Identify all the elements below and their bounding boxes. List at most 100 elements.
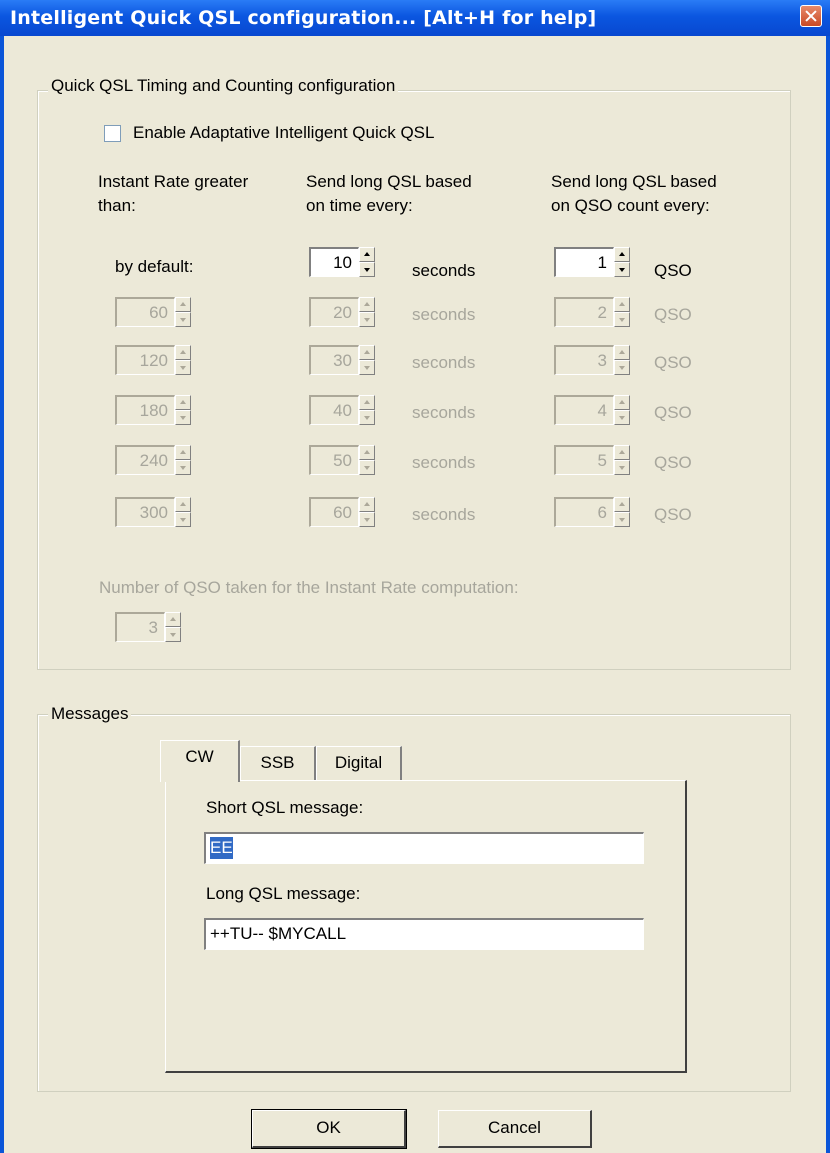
spin-down-icon[interactable] (359, 312, 375, 327)
count-spinner-4-field[interactable]: 5 (554, 445, 614, 475)
time-spinner-4[interactable]: 50 (309, 445, 375, 475)
spin-up-icon[interactable] (359, 247, 375, 262)
time-spinner-2-field[interactable]: 30 (309, 345, 359, 375)
tab-ssb[interactable]: SSB (240, 746, 316, 780)
spin-down-icon[interactable] (614, 360, 630, 375)
default-time-value: 10 (333, 253, 352, 272)
rate-spinner-5[interactable]: 300 (115, 497, 191, 527)
spin-down-icon[interactable] (359, 410, 375, 425)
rate-spinner-2-field[interactable]: 120 (115, 345, 175, 375)
ok-button[interactable]: OK (251, 1109, 407, 1149)
time-spinner-3[interactable]: 40 (309, 395, 375, 425)
spin-down-icon[interactable] (359, 512, 375, 527)
spin-down-icon[interactable] (614, 512, 630, 527)
time-spinner-4-value: 50 (333, 451, 352, 470)
spin-down-icon[interactable] (175, 410, 191, 425)
spin-up-icon[interactable] (614, 445, 630, 460)
time-spinner-5[interactable]: 60 (309, 497, 375, 527)
qso-count-field[interactable]: 3 (115, 612, 165, 642)
count-spinner-4[interactable]: 5 (554, 445, 630, 475)
spin-up-icon[interactable] (175, 445, 191, 460)
time-spinner-1-field[interactable]: 20 (309, 297, 359, 327)
tab-ssb-label: SSB (260, 753, 295, 772)
rate-spinner-4[interactable]: 240 (115, 445, 191, 475)
spin-down-icon[interactable] (359, 460, 375, 475)
spin-down-icon[interactable] (165, 627, 181, 642)
spin-down-icon[interactable] (359, 360, 375, 375)
by-default-label: by default: (115, 257, 194, 276)
tab-cw-label: CW (185, 747, 214, 766)
short-qsl-input[interactable]: EE (204, 832, 644, 864)
tab-cw[interactable]: CW (160, 740, 240, 782)
title-bar[interactable]: Intelligent Quick QSL configuration... [… (0, 0, 830, 36)
count-spinner-2-field[interactable]: 3 (554, 345, 614, 375)
count-spinner-3[interactable]: 4 (554, 395, 630, 425)
default-count-value: 1 (597, 253, 607, 272)
default-count-field[interactable]: 1 (554, 247, 614, 277)
spin-up-icon[interactable] (175, 497, 191, 512)
spin-up-icon[interactable] (175, 395, 191, 410)
rate-spinner-4-field[interactable]: 240 (115, 445, 175, 475)
time-spinner-2[interactable]: 30 (309, 345, 375, 375)
timing-group-legend: Quick QSL Timing and Counting configurat… (48, 76, 399, 96)
count-spinner-5-field[interactable]: 6 (554, 497, 614, 527)
spin-up-icon[interactable] (614, 247, 630, 262)
default-count-spinner[interactable]: 1 (554, 247, 630, 277)
count-spinner-2[interactable]: 3 (554, 345, 630, 375)
enable-adaptive-checkbox[interactable] (104, 125, 121, 142)
spin-up-icon[interactable] (175, 297, 191, 312)
default-time-spinner[interactable]: 10 (309, 247, 375, 277)
spin-up-icon[interactable] (359, 445, 375, 460)
rate-spinner-1[interactable]: 60 (115, 297, 191, 327)
spin-down-icon[interactable] (175, 312, 191, 327)
qso-count-spinner[interactable]: 3 (115, 612, 181, 642)
count-spinner-3-field[interactable]: 4 (554, 395, 614, 425)
default-time-field[interactable]: 10 (309, 247, 359, 277)
rate-spinner-5-field[interactable]: 300 (115, 497, 175, 527)
spin-down-icon[interactable] (614, 410, 630, 425)
spin-up-icon[interactable] (614, 297, 630, 312)
spin-up-icon[interactable] (359, 345, 375, 360)
time-spinner-4-field[interactable]: 50 (309, 445, 359, 475)
rate-spinner-3[interactable]: 180 (115, 395, 191, 425)
spin-down-icon[interactable] (614, 312, 630, 327)
enable-adaptive-label[interactable]: Enable Adaptative Intelligent Quick QSL (133, 121, 434, 145)
spin-down-icon[interactable] (175, 512, 191, 527)
spin-down-icon[interactable] (614, 460, 630, 475)
time-unit-3: seconds (412, 403, 476, 422)
count-spinner-1[interactable]: 2 (554, 297, 630, 327)
time-spinner-1[interactable]: 20 (309, 297, 375, 327)
count-spinner-1-field[interactable]: 2 (554, 297, 614, 327)
spin-down-icon[interactable] (359, 262, 375, 277)
long-qsl-input[interactable]: ++TU-- $MYCALL (204, 918, 644, 950)
close-icon[interactable] (800, 5, 822, 27)
rate-spinner-1-field[interactable]: 60 (115, 297, 175, 327)
tab-digital[interactable]: Digital (316, 746, 402, 780)
spin-up-icon[interactable] (359, 395, 375, 410)
spin-up-icon[interactable] (359, 497, 375, 512)
rate-spinner-5-value: 300 (139, 503, 168, 522)
spin-down-icon[interactable] (175, 460, 191, 475)
spin-down-icon[interactable] (614, 262, 630, 277)
col-time-header-1: Send long QSL based (306, 172, 472, 191)
time-spinner-3-field[interactable]: 40 (309, 395, 359, 425)
time-unit-1: seconds (412, 305, 476, 324)
time-spinner-5-value: 60 (333, 503, 352, 522)
rate-spinner-1-value: 60 (149, 303, 168, 322)
rate-spinner-2[interactable]: 120 (115, 345, 191, 375)
spin-up-icon[interactable] (614, 395, 630, 410)
cancel-button[interactable]: Cancel (438, 1110, 592, 1148)
count-spinner-4-value: 5 (597, 451, 607, 470)
spin-down-icon[interactable] (175, 360, 191, 375)
time-spinner-5-field[interactable]: 60 (309, 497, 359, 527)
spin-up-icon[interactable] (614, 345, 630, 360)
tab-digital-label: Digital (334, 753, 383, 772)
spin-up-icon[interactable] (175, 345, 191, 360)
count-spinner-5-value: 6 (597, 503, 607, 522)
count-spinner-5[interactable]: 6 (554, 497, 630, 527)
spin-up-icon[interactable] (614, 497, 630, 512)
spin-up-icon[interactable] (359, 297, 375, 312)
count-unit-2: QSO (654, 353, 692, 372)
rate-spinner-3-field[interactable]: 180 (115, 395, 175, 425)
spin-up-icon[interactable] (165, 612, 181, 627)
